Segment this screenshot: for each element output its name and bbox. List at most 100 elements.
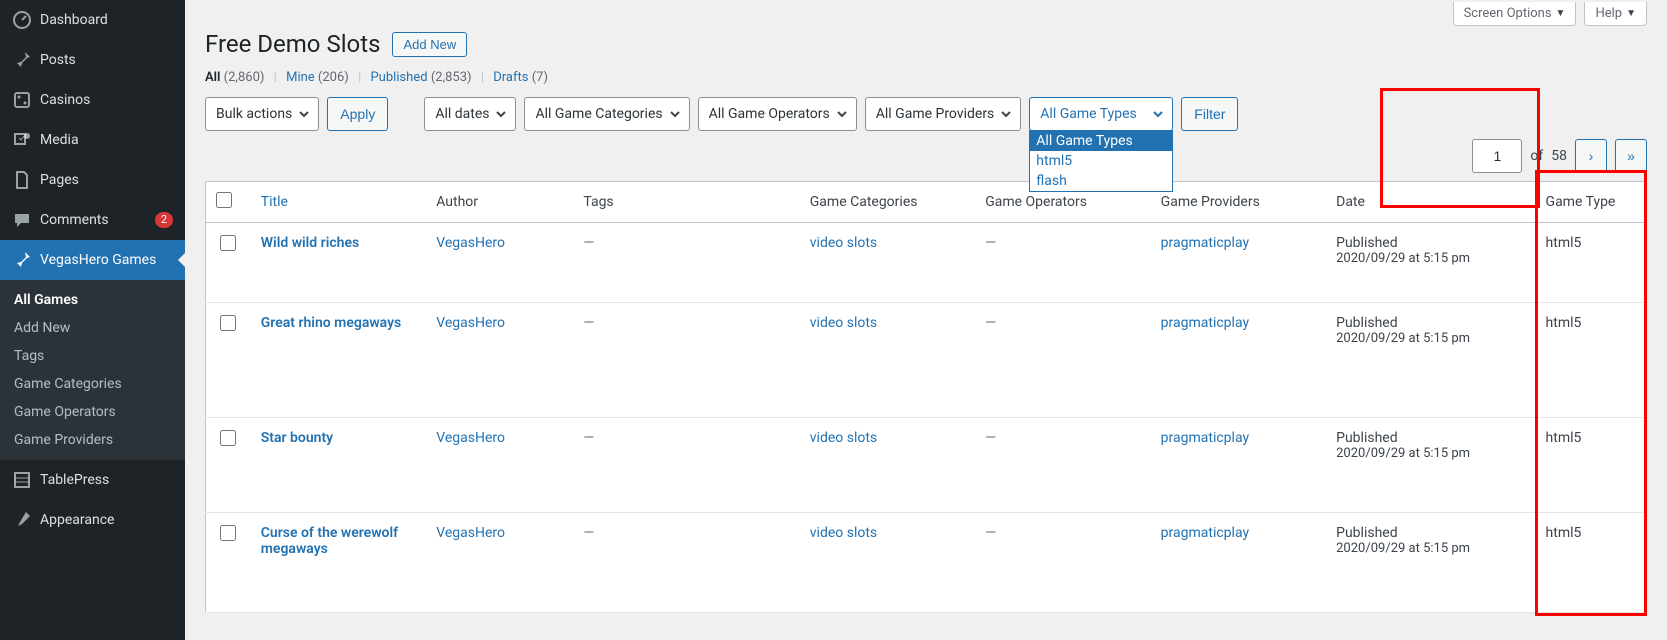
dates-select[interactable]: All dates [424,97,516,131]
types-label: All Game Types [1040,106,1136,122]
filter-all-label[interactable]: All [205,70,220,85]
game-types-dropdown: All Game Types html5 flash [1029,130,1173,192]
column-tags: Tags [573,182,799,223]
filter-published-link[interactable]: Published [370,70,427,85]
game-type-option[interactable]: html5 [1030,151,1172,171]
categories-select[interactable]: All Game Categories [524,97,689,131]
sidebar-item-appearance[interactable]: Appearance [0,500,185,540]
row-date-status: Published [1336,525,1525,541]
screen-options-tab[interactable]: Screen Options ▼ [1453,2,1577,26]
next-page-button[interactable]: › [1575,139,1607,173]
game-type-option[interactable]: flash [1030,171,1172,191]
providers-select[interactable]: All Game Providers [865,97,1022,131]
page-icon [12,170,32,190]
table-row: Curse of the werewolf megaways VegasHero… [206,513,1647,613]
dates-label: All dates [435,106,489,122]
submenu-item-game-providers[interactable]: Game Providers [0,426,185,454]
sidebar-item-label: VegasHero Games [40,252,173,268]
sidebar-item-label: Pages [40,172,173,188]
content-area: Screen Options ▼ Help ▼ Free Demo Slots … [185,0,1667,640]
sidebar-item-posts[interactable]: Posts [0,40,185,80]
page-number-input[interactable] [1472,139,1522,173]
row-author-link[interactable]: VegasHero [436,525,505,541]
chevron-down-icon [298,108,310,120]
row-category-link[interactable]: video slots [810,525,877,541]
help-label: Help [1595,6,1622,21]
table-row: Great rhino megaways VegasHero — video s… [206,303,1647,418]
row-checkbox[interactable] [220,525,236,541]
row-provider-link[interactable]: pragmaticplay [1161,235,1249,251]
row-provider-link[interactable]: pragmaticplay [1161,315,1249,331]
submenu-item-game-categories[interactable]: Game Categories [0,370,185,398]
row-author-link[interactable]: VegasHero [436,235,505,251]
bulk-actions-label: Bulk actions [216,106,292,122]
top-tabs: Screen Options ▼ Help ▼ [205,2,1647,26]
brush-icon [12,510,32,530]
chevron-down-icon [669,108,681,120]
admin-sidebar: Dashboard Posts Casinos Media Pages Comm… [0,0,185,640]
separator: | [352,70,367,85]
filter-published-count: (2,853) [431,70,472,85]
game-types-select[interactable]: All Game Types [1029,97,1173,131]
filter-button[interactable]: Filter [1181,97,1238,131]
column-date: Date [1326,182,1535,223]
sidebar-item-tablepress[interactable]: TablePress [0,460,185,500]
filter-drafts-link[interactable]: Drafts [493,70,528,85]
column-title[interactable]: Title [261,194,288,210]
sidebar-item-vegashero-games[interactable]: VegasHero Games [0,240,185,280]
row-date-time: 2020/09/29 at 5:15 pm [1336,331,1525,346]
row-tags: — [583,430,594,446]
row-operators: — [985,235,996,251]
row-title-link[interactable]: Wild wild riches [261,235,359,251]
row-provider-link[interactable]: pragmaticplay [1161,430,1249,446]
apply-button[interactable]: Apply [327,97,388,131]
active-indicator-icon [170,252,186,268]
table-row: Star bounty VegasHero — video slots — pr… [206,418,1647,513]
operators-select[interactable]: All Game Operators [698,97,857,131]
row-title-link[interactable]: Curse of the werewolf megaways [261,525,398,557]
sidebar-submenu: All Games Add New Tags Game Categories G… [0,280,185,460]
row-tags: — [583,315,594,331]
sidebar-item-label: TablePress [40,472,173,488]
operators-label: All Game Operators [709,106,830,122]
row-title-link[interactable]: Star bounty [261,430,333,446]
row-author-link[interactable]: VegasHero [436,315,505,331]
row-date-time: 2020/09/29 at 5:15 pm [1336,251,1525,266]
submenu-item-all-games[interactable]: All Games [0,286,185,314]
row-category-link[interactable]: video slots [810,235,877,251]
comments-count-badge: 2 [155,212,173,228]
pagination-of-label: of [1530,148,1543,164]
chevron-down-icon [1152,108,1164,120]
row-provider-link[interactable]: pragmaticplay [1161,525,1249,541]
sidebar-item-label: Media [40,132,173,148]
add-new-button[interactable]: Add New [392,32,467,57]
dashboard-icon [12,10,32,30]
row-tags: — [583,235,594,251]
row-category-link[interactable]: video slots [810,315,877,331]
table-icon [12,470,32,490]
sidebar-item-pages[interactable]: Pages [0,160,185,200]
submenu-item-game-operators[interactable]: Game Operators [0,398,185,426]
sidebar-item-media[interactable]: Media [0,120,185,160]
help-tab[interactable]: Help ▼ [1584,2,1647,26]
row-author-link[interactable]: VegasHero [436,430,505,446]
games-table: Title Author Tags Game Categories Game O… [205,181,1647,613]
select-all-checkbox[interactable] [216,192,232,208]
row-title-link[interactable]: Great rhino megaways [261,315,401,331]
last-page-button[interactable]: » [1615,139,1647,173]
row-category-link[interactable]: video slots [810,430,877,446]
row-checkbox[interactable] [220,235,236,251]
bulk-actions-select[interactable]: Bulk actions [205,97,319,131]
filter-mine-link[interactable]: Mine [286,70,315,85]
row-checkbox[interactable] [220,315,236,331]
game-type-option[interactable]: All Game Types [1030,131,1172,151]
sidebar-item-dashboard[interactable]: Dashboard [0,0,185,40]
submenu-item-tags[interactable]: Tags [0,342,185,370]
row-checkbox[interactable] [220,430,236,446]
sidebar-item-comments[interactable]: Comments 2 [0,200,185,240]
chevron-down-icon [836,108,848,120]
sidebar-item-casinos[interactable]: Casinos [0,80,185,120]
submenu-item-add-new[interactable]: Add New [0,314,185,342]
pagination-total: 58 [1551,148,1567,164]
row-game-type: html5 [1536,513,1647,613]
